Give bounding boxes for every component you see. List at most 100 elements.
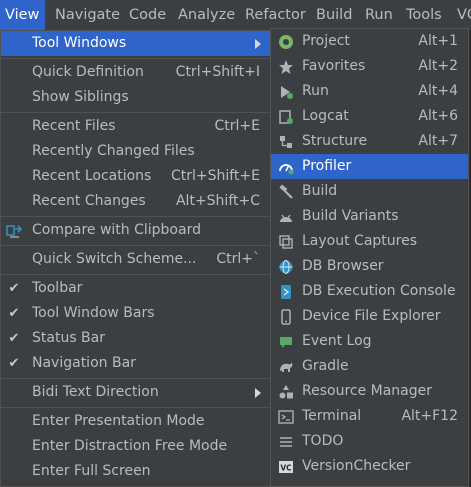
profiler-icon: [278, 159, 294, 175]
tool-window-build[interactable]: Build: [271, 179, 468, 204]
menu-separator: [1, 378, 270, 379]
tool-window-device-file-explorer[interactable]: Device File Explorer: [271, 304, 468, 329]
vc-icon: VC: [278, 459, 294, 475]
menu-tools-label: Tools: [406, 7, 442, 23]
menu-item-quick-definition[interactable]: Quick Definition Ctrl+Shift+I: [1, 60, 270, 85]
menu-run[interactable]: Run: [360, 0, 398, 30]
checkmark-icon: ✔: [8, 306, 20, 321]
tool-window-todo[interactable]: TODO: [271, 429, 468, 454]
menu-item-compare-with-clipboard[interactable]: Compare with Clipboard: [1, 218, 270, 243]
menu-view[interactable]: View: [0, 0, 45, 30]
menu-item-navigation-bar[interactable]: ✔ Navigation Bar: [1, 351, 270, 376]
menu-vcs-label: VC: [457, 7, 471, 23]
tool-window-build-variants[interactable]: Build Variants: [271, 204, 468, 229]
menu-bar: View Navigate Code Analyze Refactor Buil…: [0, 0, 471, 31]
menu-item-label: Project: [302, 33, 350, 49]
menu-item-shortcut: Ctrl+Shift+I: [175, 64, 260, 80]
logcat-icon: [278, 109, 294, 125]
db-browser-icon: [278, 259, 294, 275]
menu-item-label: Toolbar: [32, 280, 83, 296]
tool-window-structure[interactable]: Structure Alt+7: [271, 129, 468, 154]
menu-item-label: Recent Locations: [32, 168, 152, 184]
menu-item-label: Tool Window Bars: [32, 305, 155, 321]
menu-item-shortcut: Alt+7: [418, 133, 458, 149]
menu-item-label: Show Siblings: [32, 89, 129, 105]
menu-item-enter-presentation-mode[interactable]: Enter Presentation Mode: [1, 409, 270, 434]
menu-item-status-bar[interactable]: ✔ Status Bar: [1, 326, 270, 351]
menu-item-label: VersionChecker: [302, 458, 411, 474]
tool-window-resource-manager[interactable]: Resource Manager: [271, 379, 468, 404]
tool-window-run[interactable]: Run Alt+4: [271, 79, 468, 104]
menu-vcs[interactable]: VC: [452, 0, 471, 30]
menu-item-recent-files[interactable]: Recent Files Ctrl+E: [1, 114, 270, 139]
menu-item-label: Recent Changes: [32, 193, 146, 209]
tool-window-event-log[interactable]: Event Log: [271, 329, 468, 354]
menu-item-quick-switch-scheme[interactable]: Quick Switch Scheme... Ctrl+`: [1, 247, 270, 272]
menu-tools[interactable]: Tools: [401, 0, 447, 30]
menu-item-label: Device File Explorer: [302, 308, 441, 324]
menu-item-label: DB Browser: [302, 258, 384, 274]
menu-item-label: Favorites: [302, 58, 366, 74]
menu-item-enter-full-screen[interactable]: Enter Full Screen: [1, 459, 270, 484]
tool-window-profiler[interactable]: Profiler: [271, 154, 468, 179]
menu-item-label: Recently Changed Files: [32, 143, 195, 159]
menu-separator: [1, 407, 270, 408]
menu-item-label: Gradle: [302, 358, 349, 374]
menu-item-shortcut: Alt+6: [418, 108, 458, 124]
menu-item-label: Build Variants: [302, 208, 399, 224]
tool-window-db-execution-console[interactable]: DB Execution Console: [271, 279, 468, 304]
compare-clipboard-icon: [6, 223, 22, 239]
tool-window-layout-captures[interactable]: Layout Captures: [271, 229, 468, 254]
menu-item-enter-distraction-free-mode[interactable]: Enter Distraction Free Mode: [1, 434, 270, 459]
menu-item-tool-windows[interactable]: Tool Windows: [1, 31, 270, 56]
menu-item-shortcut: Alt+2: [418, 58, 458, 74]
menu-code[interactable]: Code: [124, 0, 171, 30]
menu-item-label: Quick Switch Scheme...: [32, 251, 197, 267]
menu-item-show-siblings[interactable]: Show Siblings: [1, 85, 270, 110]
menu-separator: [1, 58, 270, 59]
menu-item-label: Terminal: [302, 408, 362, 424]
menu-item-label: Compare with Clipboard: [32, 222, 201, 238]
tool-window-project[interactable]: Project Alt+1: [271, 29, 468, 54]
menu-item-label: Structure: [302, 133, 368, 149]
tool-window-gradle[interactable]: Gradle: [271, 354, 468, 379]
tool-window-db-browser[interactable]: DB Browser: [271, 254, 468, 279]
menu-build[interactable]: Build: [311, 0, 357, 30]
menu-item-label: Enter Presentation Mode: [32, 413, 205, 429]
resource-manager-icon: [278, 384, 294, 400]
tool-window-versionchecker[interactable]: VC VersionChecker: [271, 454, 468, 479]
menu-item-label: Enter Distraction Free Mode: [32, 438, 228, 454]
menu-item-recent-changes[interactable]: Recent Changes Alt+Shift+C: [1, 189, 270, 214]
menu-item-recently-changed-files[interactable]: Recently Changed Files: [1, 139, 270, 164]
event-log-icon: [278, 334, 294, 350]
menu-item-label: TODO: [302, 433, 344, 449]
menu-navigate[interactable]: Navigate: [50, 0, 125, 30]
todo-icon: [278, 434, 294, 450]
menu-item-label: Tool Windows: [32, 35, 127, 51]
tool-window-favorites[interactable]: Favorites Alt+2: [271, 54, 468, 79]
tool-window-logcat[interactable]: Logcat Alt+6: [271, 104, 468, 129]
menu-item-label: Build: [302, 183, 338, 199]
menu-item-shortcut: Alt+Shift+C: [175, 193, 260, 209]
menu-item-recent-locations[interactable]: Recent Locations Ctrl+Shift+E: [1, 164, 270, 189]
menu-analyze[interactable]: Analyze: [173, 0, 240, 30]
menu-item-bidi-text-direction[interactable]: Bidi Text Direction: [1, 380, 270, 405]
menu-item-shortcut: Alt+1: [418, 33, 458, 49]
tool-windows-submenu: Project Alt+1 Favorites Alt+2 Run Alt+4 …: [270, 28, 469, 487]
android-project-icon: [278, 34, 294, 50]
menu-item-label: Profiler: [302, 158, 352, 174]
menu-item-shortcut: Ctrl+`: [216, 251, 260, 267]
tool-window-terminal[interactable]: Terminal Alt+F12: [271, 404, 468, 429]
gradle-icon: [278, 359, 294, 375]
menu-item-toolbar[interactable]: ✔ Toolbar: [1, 276, 270, 301]
run-icon: [278, 84, 294, 100]
menu-item-label: Bidi Text Direction: [32, 384, 159, 400]
hammer-icon: [278, 184, 294, 200]
menu-item-tool-window-bars[interactable]: ✔ Tool Window Bars: [1, 301, 270, 326]
structure-icon: [278, 134, 294, 150]
menu-item-label: Logcat: [302, 108, 349, 124]
menu-item-label: Navigation Bar: [32, 355, 136, 371]
menu-refactor[interactable]: Refactor: [240, 0, 311, 30]
menu-code-label: Code: [129, 7, 167, 23]
menu-item-label: Resource Manager: [302, 383, 433, 399]
